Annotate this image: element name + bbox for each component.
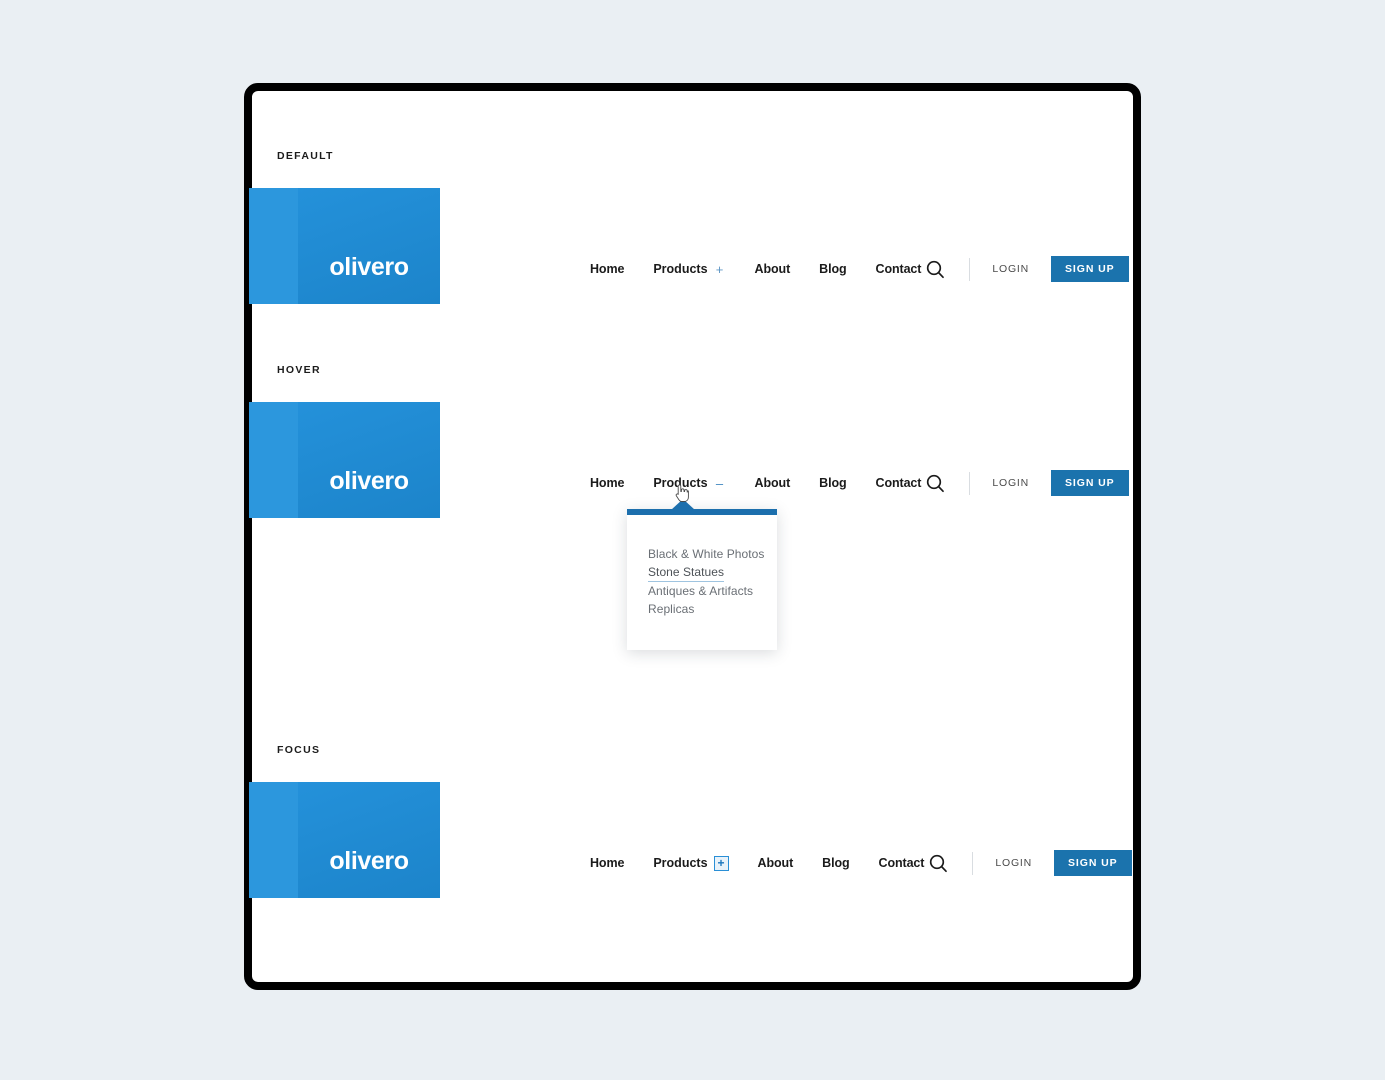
nav-link-about[interactable]: About [755, 476, 791, 490]
logo-wordmark: olivero [329, 847, 409, 875]
nav-link-products-hovered[interactable]: Products – [653, 476, 725, 490]
navbar-hover: Home Products – About Blog Contact LOGIN… [590, 468, 1129, 498]
dropdown-item-list: Black & White Photos Stone Statues Antiq… [627, 515, 777, 650]
nav-links-default: Home Products + About Blog Contact [590, 262, 921, 276]
plus-icon[interactable]: + [714, 263, 726, 276]
state-label-default: DEFAULT [277, 150, 334, 162]
logo-block-hover: olivero [249, 402, 440, 518]
nav-link-blog[interactable]: Blog [819, 476, 846, 490]
logo-wordmark: olivero [329, 253, 409, 281]
dropdown-item-black-and-white-photos[interactable]: Black & White Photos [648, 547, 764, 561]
logo-block-default: olivero [249, 188, 440, 304]
search-icon[interactable] [925, 850, 951, 876]
products-dropdown-menu: Black & White Photos Stone Statues Antiq… [627, 499, 777, 650]
nav-link-contact[interactable]: Contact [879, 856, 925, 870]
nav-link-home[interactable]: Home [590, 262, 624, 276]
nav-links-hover: Home Products – About Blog Contact [590, 476, 921, 490]
nav-link-products-label: Products [653, 856, 708, 870]
signup-button[interactable]: SIGN UP [1051, 469, 1129, 497]
nav-links-focus: Home Products + About Blog Contact [590, 855, 925, 871]
dropdown-item-antiques-and-artifacts[interactable]: Antiques & Artifacts [648, 584, 753, 598]
search-icon[interactable] [922, 470, 948, 496]
signup-button[interactable]: SIGN UP [1051, 255, 1129, 283]
logo-main-panel: olivero [298, 402, 440, 518]
navbar-focus: Home Products + About Blog Contact LOGIN… [590, 848, 1132, 878]
logo-accent-panel [249, 188, 298, 304]
design-frame: DEFAULT olivero Home Products + About Bl… [244, 83, 1141, 990]
signup-button[interactable]: SIGN UP [1054, 849, 1132, 877]
login-link[interactable]: LOGIN [992, 263, 1029, 275]
logo-block-focus: olivero [249, 782, 440, 898]
plus-icon-focused[interactable]: + [713, 855, 729, 871]
logo-accent-panel [249, 402, 298, 518]
nav-link-contact[interactable]: Contact [876, 262, 922, 276]
dropdown-accent-bar [627, 499, 777, 515]
nav-link-products-focused[interactable]: Products + [653, 855, 729, 871]
nav-link-contact[interactable]: Contact [876, 476, 922, 490]
dropdown-item-replicas[interactable]: Replicas [648, 602, 694, 616]
dropdown-item-stone-statues[interactable]: Stone Statues [648, 565, 725, 582]
login-link[interactable]: LOGIN [995, 857, 1032, 869]
nav-divider [969, 257, 971, 281]
navbar-default: Home Products + About Blog Contact LOGIN… [590, 254, 1129, 284]
nav-link-about[interactable]: About [755, 262, 791, 276]
nav-link-home[interactable]: Home [590, 856, 624, 870]
state-label-hover: HOVER [277, 364, 321, 376]
nav-link-products[interactable]: Products + [653, 262, 725, 276]
nav-divider [969, 471, 971, 495]
minus-icon[interactable]: – [714, 477, 726, 490]
nav-divider [972, 851, 974, 875]
nav-link-blog[interactable]: Blog [822, 856, 849, 870]
pointer-hand-cursor [673, 483, 689, 503]
nav-link-blog[interactable]: Blog [819, 262, 846, 276]
logo-wordmark: olivero [329, 467, 409, 495]
nav-link-home[interactable]: Home [590, 476, 624, 490]
logo-accent-panel [249, 782, 298, 898]
state-label-focus: FOCUS [277, 744, 321, 756]
search-icon[interactable] [922, 256, 948, 282]
login-link[interactable]: LOGIN [992, 477, 1029, 489]
logo-main-panel: olivero [298, 188, 440, 304]
nav-link-about[interactable]: About [758, 856, 794, 870]
nav-link-products-label: Products [653, 262, 708, 276]
logo-main-panel: olivero [298, 782, 440, 898]
